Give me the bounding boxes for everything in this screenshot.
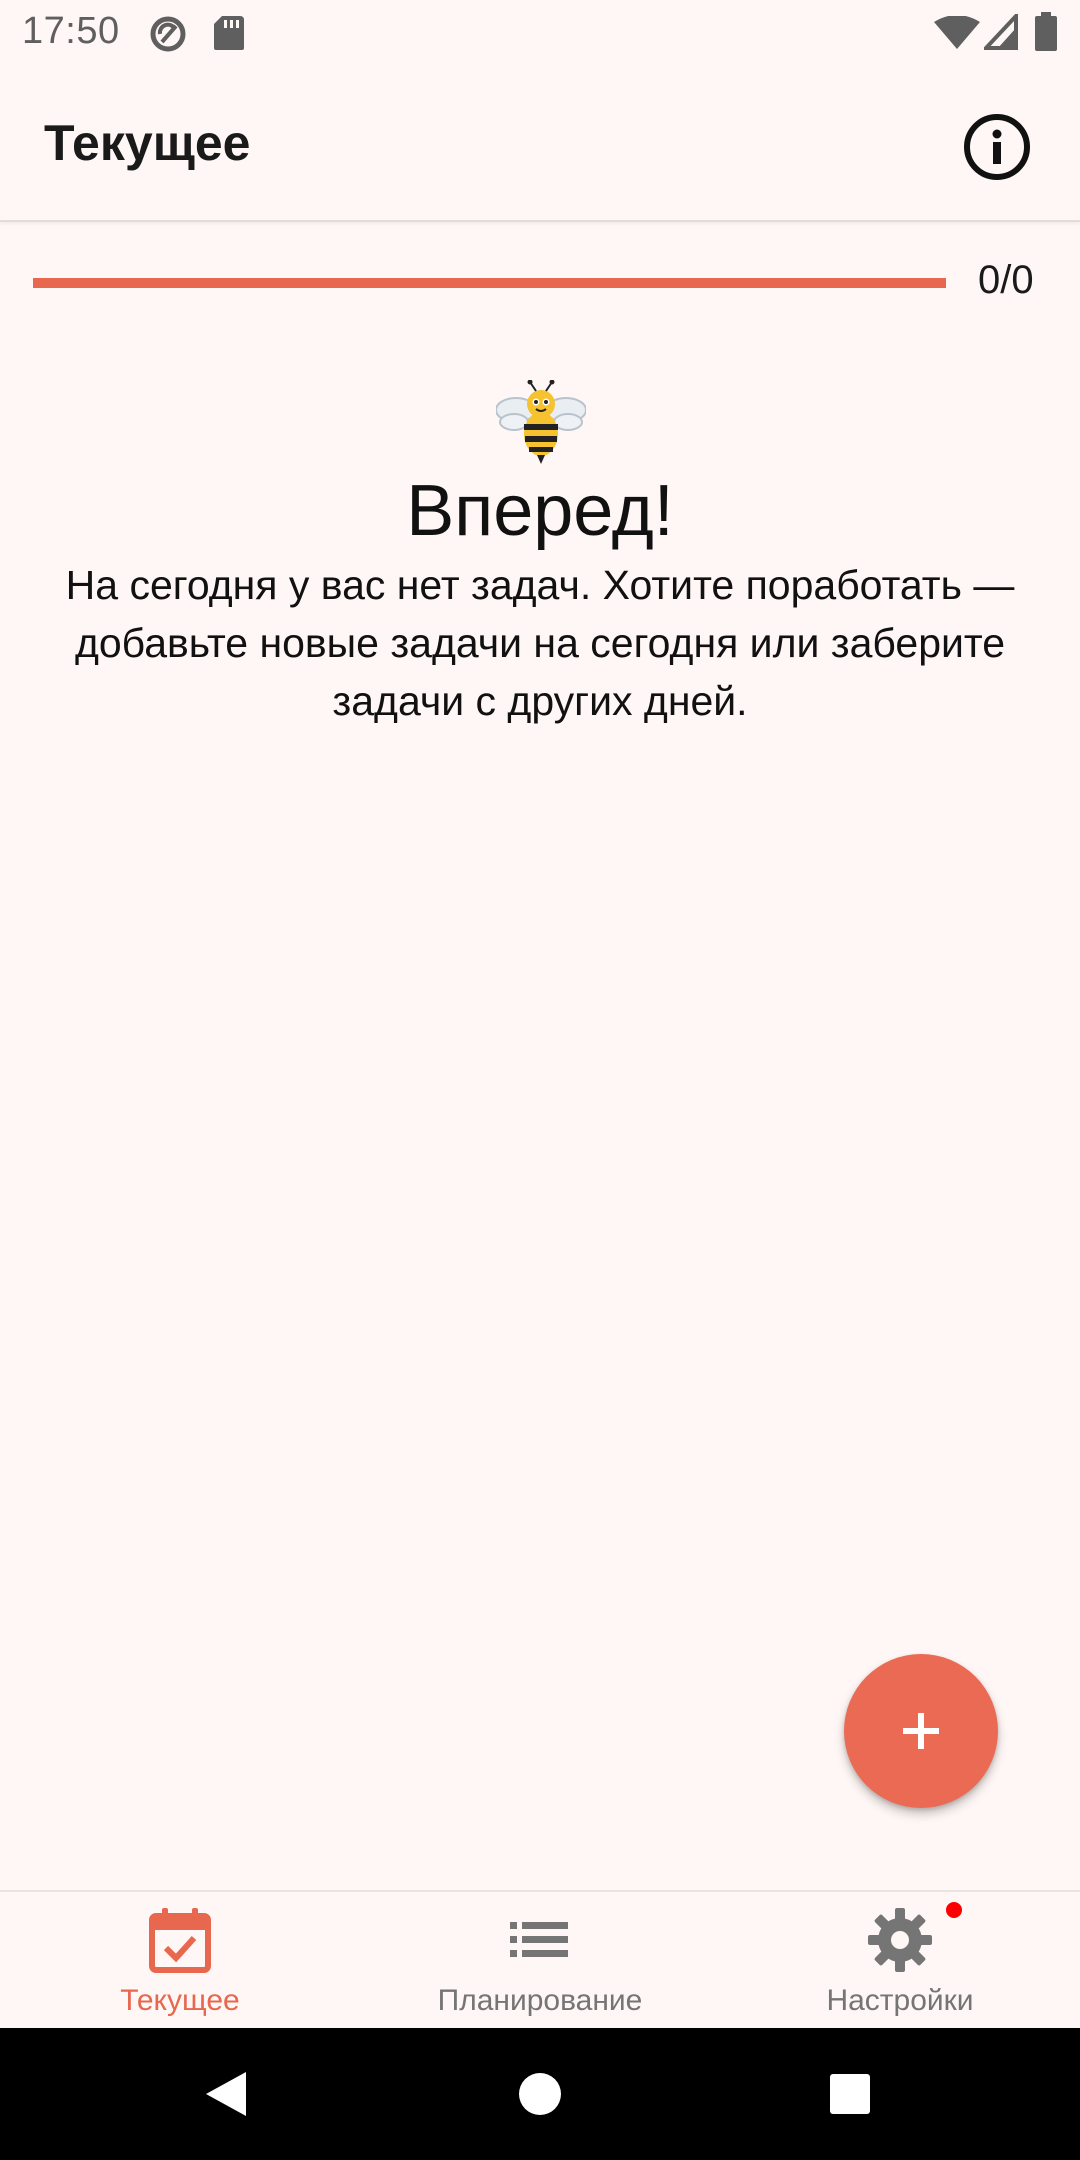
- app-bar: Текущее: [0, 66, 1080, 222]
- calendar-check-icon: [149, 1908, 211, 1973]
- progress-bar: [33, 278, 946, 288]
- info-icon: [964, 114, 1030, 180]
- nav-tab-settings-label: Настройки: [826, 1984, 974, 2017]
- wifi-icon: [934, 16, 980, 49]
- progress-fill: [33, 278, 946, 288]
- sd-card-icon: [214, 16, 244, 50]
- page-title: Текущее: [44, 115, 251, 171]
- empty-state-title: Вперед!: [406, 471, 674, 551]
- info-button[interactable]: [960, 110, 1034, 184]
- bee-icon: [496, 380, 586, 464]
- recents-icon[interactable]: [812, 2056, 888, 2132]
- add-task-button[interactable]: [844, 1654, 998, 1808]
- nav-tab-current[interactable]: Текущее: [0, 1892, 360, 2030]
- signal-icon: [984, 14, 1018, 50]
- plus-icon: [903, 1713, 939, 1749]
- nav-tab-current-label: Текущее: [120, 1984, 240, 2017]
- back-icon[interactable]: [188, 2056, 264, 2132]
- gear-icon: [868, 1908, 932, 1972]
- status-time: 17:50: [22, 10, 120, 52]
- list-icon: [510, 1922, 568, 1957]
- empty-state-message: На сегодня у вас нет задач. Хотите пораб…: [65, 562, 1015, 724]
- nav-tab-planning[interactable]: Планирование: [360, 1892, 720, 2030]
- progress-count: 0/0: [978, 258, 1034, 302]
- battery-icon: [1035, 12, 1057, 51]
- nav-tab-planning-label: Планирование: [437, 1984, 643, 2017]
- home-icon[interactable]: [502, 2056, 578, 2132]
- bottom-navigation: Текущее Планирование Настройки: [0, 1890, 1080, 2030]
- screen: 17:50 Текущее 0/0 Вперед! На сегодня у в…: [0, 0, 1080, 2160]
- nav-tab-settings[interactable]: Настройки: [720, 1892, 1080, 2030]
- status-bar: 17:50: [0, 0, 1080, 66]
- sync-icon: [150, 16, 186, 52]
- system-navigation-bar: [0, 2028, 1080, 2160]
- notification-badge: [946, 1902, 962, 1918]
